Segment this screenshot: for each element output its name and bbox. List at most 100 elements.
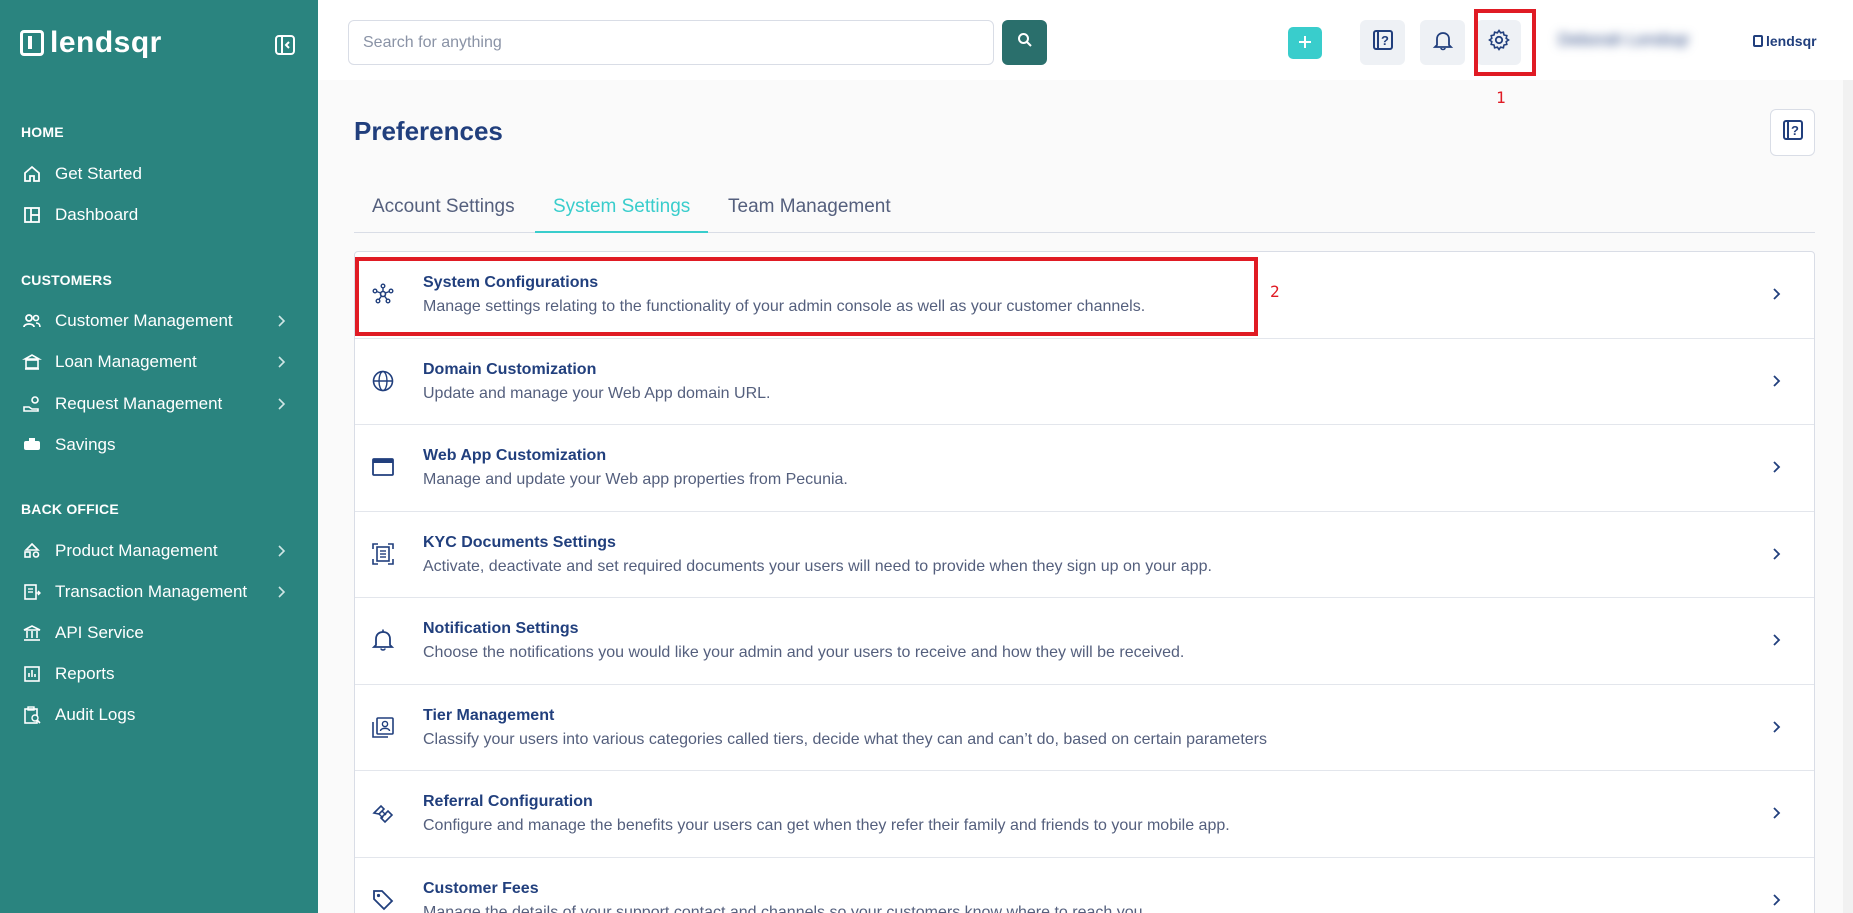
sidebar-section-customers: CUSTOMERS [21,272,112,288]
sidebar-item-customer-management[interactable]: Customer Management [21,306,301,336]
transaction-icon [21,581,43,603]
search-box [348,20,994,65]
org-logo: lendsqr [1753,33,1817,49]
sidebar-item-label: Request Management [55,394,223,413]
add-button[interactable] [1288,27,1322,59]
page-title: Preferences [354,116,503,146]
sidebar-item-audit-logs[interactable]: Audit Logs [21,700,301,730]
search-input[interactable] [349,21,993,64]
setting-row-referral-configuration[interactable]: Referral Configuration Configure and man… [355,771,1814,858]
user-card-icon [369,713,397,741]
brand-name: lendsqr [50,26,162,59]
chevron-right-icon [273,313,289,329]
tab-system-settings[interactable]: System Settings [535,190,709,233]
bank-icon [21,622,43,644]
chevron-right-icon [273,543,289,559]
setting-row-domain-customization[interactable]: Domain Customization Update and manage y… [355,339,1814,425]
browser-window-icon [369,453,397,481]
gear-icon [1487,28,1511,57]
setting-title: Tier Management [423,706,555,724]
sidebar-item-label: Get Started [55,164,142,183]
home-icon [21,163,43,185]
chevron-right-icon [1768,286,1784,302]
setting-description: Manage and update your Web app propertie… [423,471,848,488]
sidebar-item-label: Reports [55,664,115,683]
setting-description: Activate, deactivate and set required do… [423,557,1212,575]
chevron-right-icon [1768,373,1784,389]
setting-row-kyc-documents-settings[interactable]: KYC Documents Settings Activate, deactiv… [355,512,1814,598]
setting-row-web-app-customization[interactable]: Web App Customization Manage and update … [355,425,1814,512]
help-icon: ? [1371,28,1395,57]
svg-text:?: ? [1791,123,1799,138]
bell-icon [1432,29,1454,56]
setting-title: Domain Customization [423,360,597,378]
setting-description: Manage settings relating to the function… [423,298,1146,315]
sidebar-item-transaction-management[interactable]: Transaction Management [21,577,301,607]
page-help-button[interactable]: ? [1770,109,1815,156]
sidebar-item-label: Customer Management [55,311,233,330]
settings-button[interactable] [1476,20,1521,65]
setting-description: Classify your users into various categor… [423,730,1267,748]
sidebar-item-label: Product Management [55,541,218,560]
setting-title: System Configurations [423,274,599,291]
help-button[interactable]: ? [1360,20,1405,65]
setting-row-notification-settings[interactable]: Notification Settings Choose the notific… [355,598,1814,685]
piggy-bank-icon [21,434,43,456]
sidebar-item-get-started[interactable]: Get Started [21,159,301,189]
chevron-right-icon [273,396,289,412]
product-icon [21,540,43,562]
sidebar-item-api-service[interactable]: API Service [21,618,301,648]
sidebar-section-back-office: BACK OFFICE [21,501,119,517]
preferences-tabs: Account Settings System Settings Team Ma… [354,190,1815,233]
setting-row-customer-fees[interactable]: Customer Fees Manage the details of your… [355,858,1814,913]
setting-title: Notification Settings [423,620,579,637]
setting-row-system-configurations[interactable]: System Configurations Manage settings re… [355,252,1814,339]
sidebar-item-label: Audit Logs [55,705,136,724]
sidebar-collapse-icon[interactable] [274,34,296,56]
bell-icon [369,626,397,654]
chevron-right-icon [1768,459,1784,475]
loan-icon [21,351,43,373]
network-icon [369,280,397,308]
sidebar-item-dashboard[interactable]: Dashboard [21,200,301,230]
search-icon [1017,32,1033,53]
brand-logo[interactable]: lendsqr [20,26,162,60]
search-button[interactable] [1002,20,1047,65]
logo-mark-icon [20,30,44,56]
sidebar-item-label: Savings [55,435,116,454]
chevron-right-icon [1768,892,1784,908]
sidebar-item-label: API Service [55,623,144,642]
annotation-label-2: 2 [1270,282,1280,301]
sidebar-item-label: Dashboard [55,205,139,224]
globe-icon [369,367,397,395]
sidebar-item-savings[interactable]: Savings [21,430,301,460]
chevron-right-icon [1768,546,1784,562]
tab-account-settings[interactable]: Account Settings [354,190,533,233]
setting-description: Choose the notifications you would like … [423,644,1185,661]
chevron-right-icon [1768,719,1784,735]
sidebar-section-home: HOME [21,124,64,140]
setting-title: Referral Configuration [423,793,593,810]
setting-title: Customer Fees [423,879,539,897]
setting-row-tier-management[interactable]: Tier Management Classify your users into… [355,685,1814,771]
notifications-button[interactable] [1420,20,1465,65]
page-scrollbar[interactable] [1843,80,1853,913]
reports-icon [21,663,43,685]
sidebar-item-product-management[interactable]: Product Management [21,536,301,566]
user-name[interactable]: Deborah Lendsqr [1558,30,1708,56]
tag-icon [369,886,397,913]
svg-text:?: ? [1381,33,1389,48]
setting-description: Update and manage your Web App domain UR… [423,384,771,402]
topbar: ? Deborah Lendsqr lendsqr [318,0,1853,80]
tab-team-management[interactable]: Team Management [710,190,909,233]
dashboard-icon [21,204,43,226]
sidebar-item-loan-management[interactable]: Loan Management [21,347,301,377]
request-icon [21,393,43,415]
sidebar-item-request-management[interactable]: Request Management [21,389,301,419]
document-scan-icon [369,540,397,568]
audit-icon [21,704,43,726]
annotation-label-1: 1 [1496,88,1506,107]
setting-title: KYC Documents Settings [423,533,616,551]
sidebar-item-label: Transaction Management [55,582,248,601]
sidebar-item-reports[interactable]: Reports [21,659,301,689]
